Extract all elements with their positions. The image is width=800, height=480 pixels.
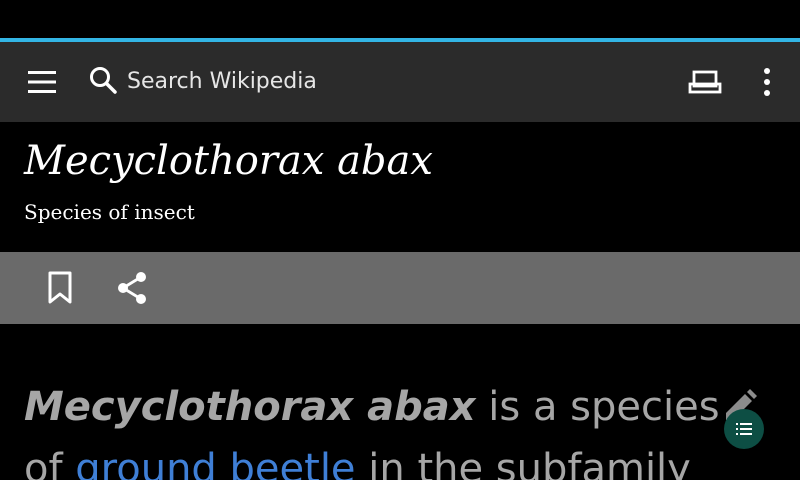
- search-icon: [90, 67, 117, 94]
- ground-beetle-link[interactable]: ground beetle: [75, 446, 355, 480]
- menu-icon[interactable]: [26, 68, 58, 96]
- article-action-bar: [0, 252, 800, 324]
- page-title: Mecyclothorax abax: [24, 138, 433, 184]
- table-of-contents-icon: [736, 423, 752, 435]
- article-subject: Mecyclothorax abax: [24, 384, 476, 430]
- share-icon[interactable]: [114, 270, 150, 306]
- lead-paragraph: Mecyclothorax abax is a species of groun…: [24, 376, 724, 480]
- lead-text-continued: in the subfamily: [355, 446, 691, 480]
- status-bar: [0, 0, 800, 38]
- overflow-menu-icon[interactable]: [757, 66, 777, 98]
- tabs-icon[interactable]: [688, 68, 722, 96]
- article-header: Mecyclothorax abax Species of insect: [0, 122, 800, 252]
- page-description: Species of insect: [24, 200, 195, 224]
- article-content: Mecyclothorax abax is a species of groun…: [0, 324, 800, 480]
- bookmark-icon[interactable]: [44, 270, 76, 306]
- search-input[interactable]: Search Wikipedia: [127, 66, 317, 98]
- app-toolbar: Search Wikipedia: [0, 42, 800, 122]
- table-of-contents-button[interactable]: [724, 409, 764, 449]
